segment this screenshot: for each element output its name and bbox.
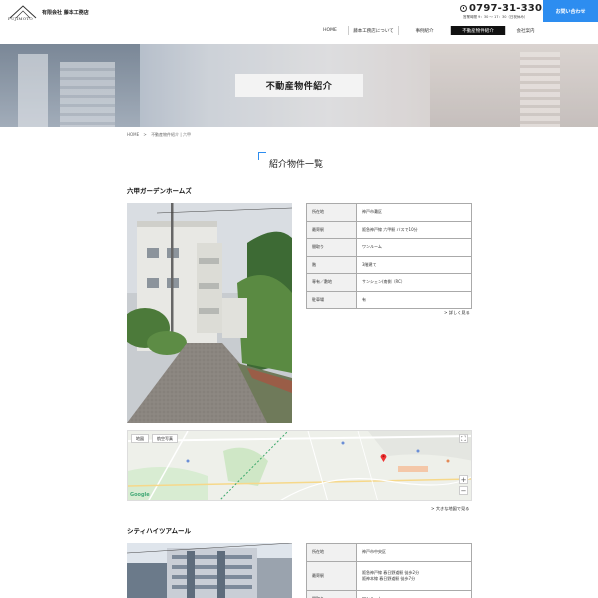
section-heading: 紹介物件一覧	[258, 152, 338, 172]
zoom-in-button[interactable]: +	[459, 475, 468, 484]
large-map-link[interactable]: 大きな地図で見る	[431, 506, 470, 512]
row-key: 駐車場	[306, 290, 357, 309]
table-row: 間取り ワンルーム	[306, 589, 472, 598]
building-photo	[127, 203, 292, 423]
nav-real-estate[interactable]: 不動産物件紹介	[450, 26, 505, 35]
property-photo[interactable]	[127, 203, 292, 423]
table-row: 間取り ワンルーム	[306, 238, 472, 257]
table-row: 階 3階建て	[306, 255, 472, 274]
row-value: 阪急神戸線 春日野道駅 徒歩2分 阪神本線 春日野道駅 徒歩7分	[356, 560, 472, 591]
map-view-button[interactable]: 地図	[131, 434, 149, 443]
section-title: 紹介物件一覧	[269, 160, 324, 170]
table-row: 所在地 神戸市中央区	[306, 543, 472, 562]
breadcrumb-home[interactable]: HOME	[127, 132, 139, 137]
row-key: 専有／敷地	[306, 273, 357, 292]
row-key: 間取り	[306, 238, 357, 257]
site-header: FUJIMOTO 有限会社 藤本工務店 0797-31-3305 営業時間 9：…	[0, 0, 598, 44]
row-key: 階	[306, 255, 357, 274]
row-value: 阪急神戸線 六甲駅 バスで10分	[356, 220, 472, 239]
property-name: シティハイツアムール	[127, 527, 192, 535]
breadcrumb: HOME > 不動産物件紹介 | 六甲	[127, 132, 194, 138]
company-name: 有限会社 藤本工務店	[42, 10, 89, 16]
nav-cases[interactable]: 事例紹介	[398, 26, 450, 35]
breadcrumb-separator: >	[143, 132, 147, 137]
row-value: 神戸市中央区	[356, 543, 472, 562]
main-nav: HOME 藤本工務店について 事例紹介 不動産物件紹介 会社案内	[312, 26, 545, 36]
row-key: 最寄駅	[306, 560, 357, 591]
table-row: 専有／敷地 サンシェン(南側（RC）	[306, 273, 472, 292]
row-value: 神戸市灘区	[356, 203, 472, 222]
map-pin-icon[interactable]	[380, 453, 387, 462]
google-logo: Google	[130, 492, 150, 498]
row-value: ワンルーム	[356, 589, 472, 598]
row-key: 間取り	[306, 589, 357, 598]
nav-company[interactable]: 会社案内	[505, 26, 545, 35]
property-info-table: 所在地 神戸市灘区 最寄駅 阪急神戸線 六甲駅 バスで10分 間取り ワンルーム…	[306, 203, 472, 309]
satellite-view-button[interactable]: 航空写真	[152, 434, 178, 443]
property-photo[interactable]	[127, 543, 292, 598]
contact-button[interactable]: お問い合わせ	[543, 0, 598, 22]
row-key: 所在地	[306, 203, 357, 222]
nav-home[interactable]: HOME	[312, 26, 348, 35]
table-row: 駐車場 有	[306, 290, 472, 309]
property-name: 六甲ガーデンホームズ	[127, 187, 192, 195]
details-link[interactable]: 詳しく見る	[444, 310, 470, 316]
hero-title: 不動産物件紹介	[235, 74, 363, 97]
map-tiles	[128, 431, 471, 500]
row-value: 有	[356, 290, 472, 309]
table-row: 最寄駅 阪急神戸線 春日野道駅 徒歩2分 阪神本線 春日野道駅 徒歩7分	[306, 560, 472, 591]
heading-bracket-decoration	[258, 152, 266, 160]
property-info-table: 所在地 神戸市中央区 最寄駅 阪急神戸線 春日野道駅 徒歩2分 阪神本線 春日野…	[306, 543, 472, 598]
row-key: 最寄駅	[306, 220, 357, 239]
row-value: ワンルーム	[356, 238, 472, 257]
table-row: 最寄駅 阪急神戸線 六甲駅 バスで10分	[306, 220, 472, 239]
logo-wordmark: FUJIMOTO	[8, 16, 33, 21]
row-key: 所在地	[306, 543, 357, 562]
row-value: サンシェン(南側（RC）	[356, 273, 472, 292]
building-photo	[127, 543, 292, 598]
clock-icon	[460, 5, 467, 12]
hero-banner: 不動産物件紹介	[0, 44, 598, 127]
phone-number[interactable]: 0797-31-3305	[469, 3, 549, 14]
fullscreen-icon[interactable]: ⛶	[459, 434, 468, 443]
nav-about[interactable]: 藤本工務店について	[348, 26, 398, 35]
zoom-out-button[interactable]: −	[459, 486, 468, 495]
breadcrumb-current: 不動産物件紹介 | 六甲	[151, 132, 191, 137]
row-value: 3階建て	[356, 255, 472, 274]
google-map[interactable]: 地図 航空写真 ⛶ + − Google	[127, 430, 472, 501]
business-hours: 営業時間 9：30 ～ 17：30（日祝休み）	[463, 15, 528, 19]
table-row: 所在地 神戸市灘区	[306, 203, 472, 222]
